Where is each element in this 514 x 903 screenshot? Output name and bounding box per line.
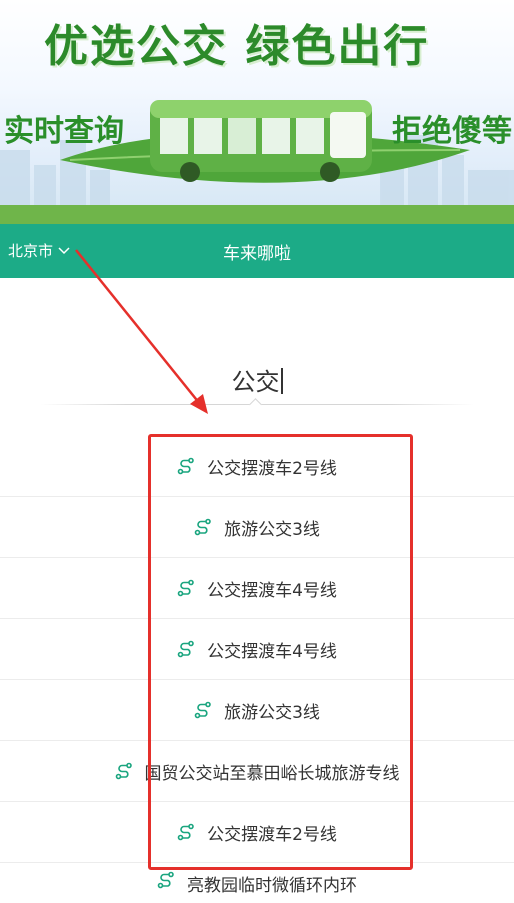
suggestion-item[interactable]: 国贸公交站至慕田峪长城旅游专线 — [0, 741, 514, 802]
route-icon — [194, 518, 211, 536]
suggestion-label: 公交摆渡车2号线 — [207, 458, 337, 479]
suggestion-label: 旅游公交3线 — [224, 702, 320, 723]
suggestion-item[interactable]: 旅游公交3线 — [0, 680, 514, 741]
suggestion-item[interactable]: 公交摆渡车4号线 — [0, 619, 514, 680]
suggestion-list: 公交摆渡车2号线 旅游公交3线 公交摆渡车4号线 公交摆渡车4号线 旅游公交3线… — [0, 436, 514, 903]
suggestion-item[interactable]: 旅游公交3线 — [0, 497, 514, 558]
suggestion-item[interactable]: 公交摆渡车2号线 — [0, 436, 514, 497]
text-cursor — [280, 368, 283, 394]
banner-slogan-main: 优选公交 绿色出行 — [44, 21, 430, 72]
suggestion-label: 公交摆渡车4号线 — [207, 580, 337, 601]
route-icon — [194, 701, 211, 719]
route-icon — [177, 457, 194, 475]
search-area: 公交 — [0, 278, 514, 428]
page-title: 车来哪啦 — [223, 244, 291, 264]
search-notch — [249, 398, 262, 411]
route-icon — [177, 640, 194, 658]
banner-slogan-right: 拒绝傻等 — [392, 114, 512, 149]
suggestion-item[interactable]: 公交摆渡车4号线 — [0, 558, 514, 619]
suggestion-label: 旅游公交3线 — [224, 519, 320, 540]
search-input[interactable]: 公交 — [0, 362, 514, 397]
suggestion-label: 国贸公交站至慕田峪长城旅游专线 — [144, 763, 400, 784]
search-query: 公交 — [231, 368, 280, 396]
suggestion-label: 公交摆渡车2号线 — [207, 824, 337, 845]
banner-slogan-left: 实时查询 — [4, 114, 124, 149]
promo-banner: 优选公交 绿色出行 实时查询 拒绝傻等 — [0, 0, 514, 224]
suggestion-item[interactable]: 亮教园临时微循环内环 — [0, 863, 514, 903]
route-icon — [157, 871, 174, 889]
app-header: 北京市 车来哪啦 — [0, 224, 514, 278]
route-icon — [115, 762, 132, 780]
suggestion-label: 公交摆渡车4号线 — [207, 641, 337, 662]
suggestion-item[interactable]: 公交摆渡车2号线 — [0, 802, 514, 863]
route-icon — [177, 579, 194, 597]
suggestion-label: 亮教园临时微循环内环 — [187, 876, 357, 896]
route-icon — [177, 823, 194, 841]
